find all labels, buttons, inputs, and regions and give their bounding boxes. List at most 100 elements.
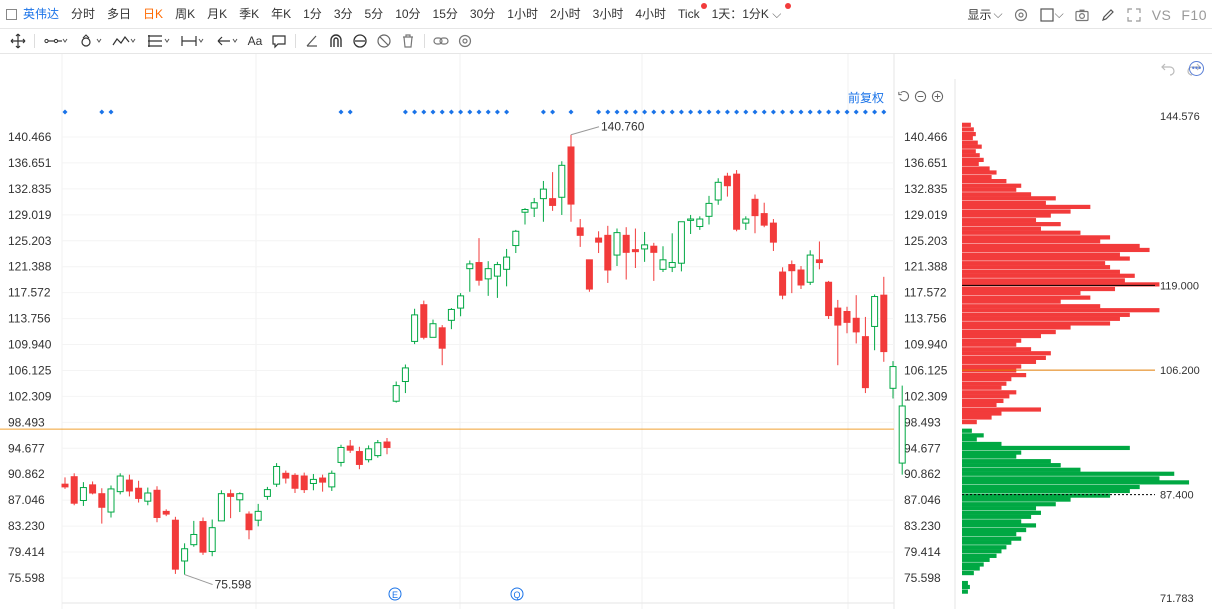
period-10[interactable]: 10分	[389, 0, 426, 29]
event-diamond-27	[660, 109, 666, 115]
profile-bottom-label: 71.783	[1160, 593, 1194, 605]
comment-icon[interactable]	[267, 29, 291, 54]
divider	[34, 34, 35, 48]
candle-body-13	[181, 548, 189, 562]
period-0[interactable]: 分时	[65, 0, 101, 29]
event-diamond-18	[550, 109, 556, 115]
candle-body-19	[236, 493, 244, 501]
period-8[interactable]: 3分	[328, 0, 359, 29]
volume-bar-47	[962, 325, 1071, 330]
candle-body-46	[484, 268, 492, 280]
volume-bar-42	[962, 304, 1101, 309]
period-1[interactable]: 多日	[101, 0, 137, 29]
settings-icon[interactable]	[1008, 7, 1034, 23]
period-7[interactable]: 1分	[297, 0, 328, 29]
volume-bar-28	[962, 243, 1140, 249]
volume-bar-3	[962, 135, 973, 141]
period-9[interactable]: 5分	[359, 0, 390, 29]
more-options-icon[interactable]: •••	[1189, 61, 1204, 76]
reset-icon[interactable]	[896, 89, 910, 103]
y-tick-right-1: 136.651	[904, 156, 948, 170]
period-14[interactable]: 2小时	[544, 0, 587, 29]
volume-bar-18	[962, 200, 1046, 206]
ruler-icon[interactable]	[300, 29, 324, 54]
display-dropdown[interactable]: 显示 ⌵	[962, 6, 1007, 23]
period-11[interactable]: 15分	[427, 0, 464, 29]
custom-period-dropdown[interactable]: 1天：1分K ⌵	[706, 0, 792, 29]
volume-bar-24	[962, 226, 1041, 231]
period-list: 分时 多日 日K 周K 月K 季K 年K 1分 3分 5分 10分 15分 30分 1小时 2小时 3小时 4小…	[65, 0, 707, 29]
candle-body-11	[162, 510, 170, 515]
period-12[interactable]: 30分	[464, 0, 501, 29]
candle-body-58	[595, 237, 603, 243]
shape-tool-icon[interactable]	[73, 29, 107, 54]
volume-bar-105	[962, 584, 970, 590]
y-tick-left-8: 109.940	[8, 338, 52, 352]
zoom-out-icon[interactable]	[913, 89, 927, 103]
y-tick-right-13: 90.862	[904, 467, 941, 481]
y-tick-right-12: 94.677	[904, 441, 941, 455]
volume-bar-106	[962, 589, 968, 594]
candle-body-23	[273, 465, 281, 485]
magnet-icon[interactable]	[324, 29, 348, 54]
link-icon[interactable]	[429, 29, 453, 54]
candle-body-29	[328, 472, 336, 488]
period-16[interactable]: 4小时	[629, 0, 672, 29]
volume-bar-13	[962, 178, 1007, 184]
event-diamond-43	[807, 109, 813, 115]
period-3[interactable]: 周K	[169, 0, 201, 29]
candle-body-48	[503, 256, 511, 270]
f10-button[interactable]: F10	[1176, 7, 1212, 23]
event-diamond-24	[632, 109, 638, 115]
fullscreen-icon[interactable]	[1121, 7, 1147, 23]
text-tool-icon[interactable]: Aa	[243, 29, 267, 54]
volume-bar-71	[962, 433, 984, 438]
vs-button[interactable]: VS	[1147, 7, 1177, 23]
event-diamond-41	[789, 109, 795, 115]
lock-drawings-icon[interactable]	[348, 29, 372, 54]
volume-bar-5	[962, 144, 982, 149]
period-4[interactable]: 月K	[201, 0, 233, 29]
candle-body-41	[438, 327, 446, 349]
gear-icon[interactable]	[453, 29, 477, 54]
adjust-mode-button[interactable]: 前复权	[848, 89, 884, 106]
volume-bar-9	[962, 161, 979, 166]
candle-body-9	[144, 492, 152, 502]
y-tick-left-17: 75.598	[8, 571, 45, 585]
candlestick-chart[interactable]: 140.466 140.466 136.651 136.651 132.835 132.8…	[0, 54, 1212, 609]
volume-bar-11	[962, 170, 997, 175]
trash-icon[interactable]	[396, 29, 420, 54]
stock-checkbox[interactable]	[6, 8, 17, 20]
volume-bar-83	[962, 484, 1140, 490]
wave-tool-icon[interactable]	[107, 29, 141, 54]
candle-body-82	[815, 259, 823, 264]
period-13[interactable]: 1小时	[501, 0, 544, 29]
volume-bar-78	[962, 463, 1061, 468]
zoom-in-icon[interactable]	[930, 89, 944, 103]
volume-bar-14	[962, 183, 1022, 188]
move-icon[interactable]	[6, 29, 30, 54]
camera-icon[interactable]	[1069, 7, 1095, 23]
period-17[interactable]: Tick	[672, 0, 707, 29]
arrow-tool-icon[interactable]	[209, 29, 243, 54]
volume-bar-45	[962, 316, 1120, 321]
candle-body-52	[539, 188, 547, 200]
candle-body-25	[291, 474, 299, 489]
hide-drawings-icon[interactable]	[372, 29, 396, 54]
fib-tool-icon[interactable]	[141, 29, 175, 54]
period-2[interactable]: 日K	[137, 0, 169, 29]
event-diamond-21	[605, 109, 611, 115]
y-tick-right-2: 132.835	[904, 182, 948, 196]
event-diamond-26	[651, 109, 657, 115]
event-diamond-35	[734, 109, 740, 115]
period-6[interactable]: 年K	[265, 0, 297, 29]
layout-dropdown[interactable]: ⌵	[1034, 7, 1069, 23]
line-tool-icon[interactable]	[39, 29, 73, 54]
period-5[interactable]: 季K	[233, 0, 265, 29]
stock-name[interactable]: 英伟达	[17, 0, 65, 29]
measure-tool-icon[interactable]	[175, 29, 209, 54]
pencil-icon[interactable]	[1095, 7, 1121, 23]
event-diamond-37	[752, 109, 758, 115]
volume-bar-65	[962, 402, 997, 408]
period-15[interactable]: 3小时	[587, 0, 630, 29]
